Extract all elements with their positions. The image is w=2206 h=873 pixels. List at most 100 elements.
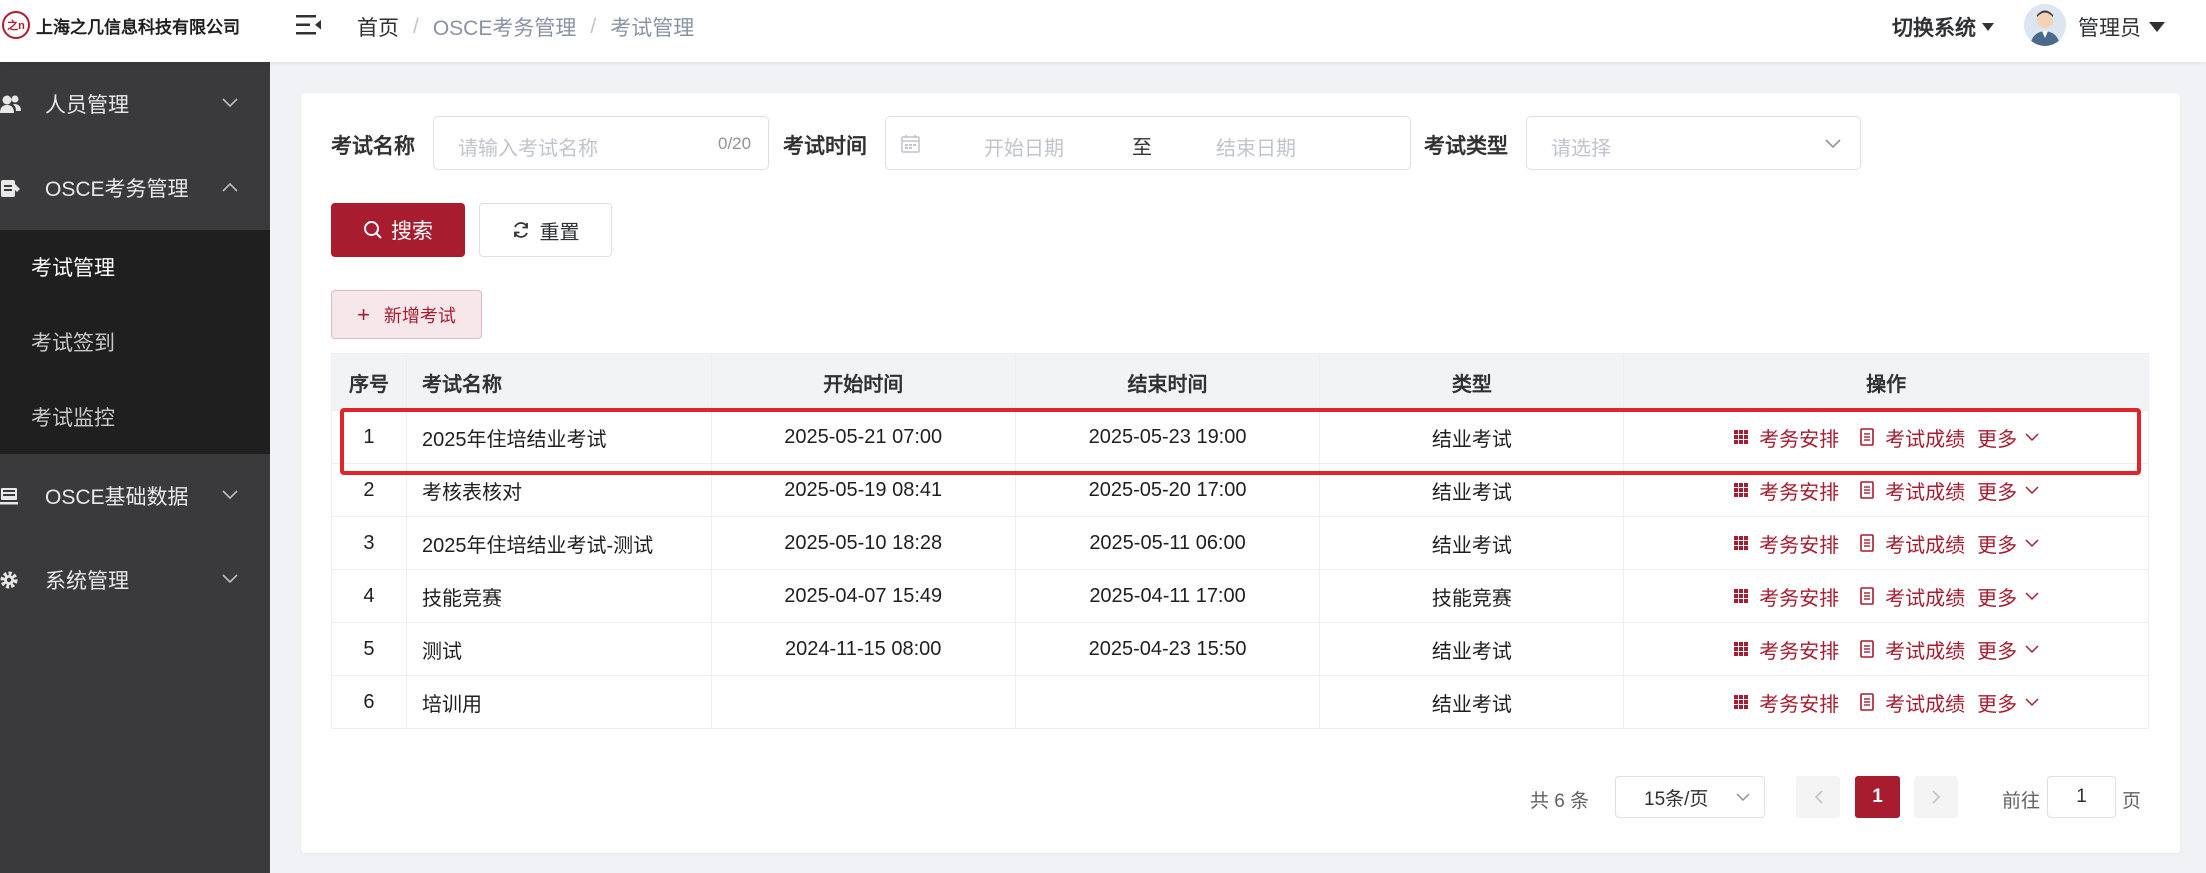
chevron-left-icon — [1814, 790, 1823, 804]
chevron-down-icon — [222, 490, 238, 500]
arrange-action[interactable]: 考务安排 — [1733, 635, 1839, 664]
menu-fold-icon[interactable] — [296, 14, 322, 36]
monitor-icon — [0, 488, 18, 505]
cell-end-time: 2025-05-20 17:00 — [1016, 464, 1321, 516]
table-row: 1 2025年住培结业考试 2025-05-21 07:00 2025-05-23 1… — [332, 411, 2149, 464]
switch-system-label: 切换系统 — [1892, 17, 1976, 40]
plus-icon: + — [357, 301, 370, 327]
calendar-icon — [901, 135, 920, 153]
more-dropdown[interactable]: 更多 — [1977, 423, 2039, 452]
prev-page-button[interactable] — [1796, 776, 1840, 818]
page-number-current[interactable]: 1 — [1855, 776, 1900, 818]
cell-start-time: 2025-05-19 08:41 — [712, 464, 1016, 516]
more-dropdown[interactable]: 更多 — [1977, 688, 2039, 717]
pagination-total: 共 6 条 — [1530, 791, 1590, 812]
arrange-action[interactable]: 考务安排 — [1733, 688, 1839, 717]
cell-end-time: 2025-04-23 15:50 — [1016, 623, 1321, 675]
exam-table: 序号 考试名称 开始时间 结束时间 类型 操作 1 2025年住培结业考试 2025… — [331, 353, 2149, 729]
exam-name-input[interactable]: 请输入考试名称 0/20 — [433, 116, 769, 170]
cell-no: 5 — [332, 623, 407, 675]
exam-type-select[interactable]: 请选择 — [1526, 116, 1861, 170]
chevron-down-icon — [222, 98, 238, 108]
reset-button[interactable]: 重置 — [479, 203, 612, 257]
arrange-action[interactable]: 考务安排 — [1733, 423, 1839, 452]
cell-exam-name: 测试 — [407, 623, 712, 675]
goto-page-input[interactable]: 1 — [2047, 776, 2116, 818]
document-icon — [1860, 693, 1874, 711]
page-size-select[interactable]: 15条/页 — [1615, 776, 1765, 818]
sidebar-subitem-exam-checkin[interactable]: 考试签到 — [0, 305, 270, 379]
score-action[interactable]: 考试成绩 — [1859, 529, 1965, 558]
breadcrumb: 首页 / OSCE考务管理 / 考试管理 — [357, 12, 694, 42]
cell-no: 6 — [332, 676, 407, 728]
cell-type: 技能竞赛 — [1320, 570, 1625, 622]
arrange-action-label: 考务安排 — [1759, 693, 1840, 716]
column-header-name: 考试名称 — [407, 354, 712, 410]
sidebar-item-system[interactable]: 系统管理 — [0, 538, 270, 622]
cell-exam-name: 2025年住培结业考试-测试 — [407, 517, 712, 569]
score-action[interactable]: 考试成绩 — [1859, 635, 1965, 664]
chevron-down-icon — [2025, 432, 2039, 441]
score-action[interactable]: 考试成绩 — [1859, 476, 1965, 505]
table-row: 4 技能竞赛 2025-04-07 15:49 2025-04-11 17:00 技能竞… — [332, 570, 2149, 623]
chevron-down-icon — [2025, 644, 2039, 653]
score-action[interactable]: 考试成绩 — [1859, 582, 1965, 611]
sidebar-subitem-exam-monitor[interactable]: 考试监控 — [0, 380, 270, 454]
breadcrumb-separator: / — [413, 15, 419, 38]
sidebar-item-label: OSCE基础数据 — [45, 486, 189, 509]
more-dropdown[interactable]: 更多 — [1977, 635, 2039, 664]
next-page-button[interactable] — [1914, 776, 1958, 818]
cell-actions: 考务安排 考试成绩 更多 — [1624, 411, 2149, 463]
breadcrumb-osce[interactable]: OSCE考务管理 — [433, 12, 577, 42]
cell-start-time: 2025-05-21 07:00 — [712, 411, 1016, 463]
arrange-action[interactable]: 考务安排 — [1733, 529, 1839, 558]
switch-system-dropdown[interactable]: 切换系统 — [1892, 12, 1994, 42]
score-action[interactable]: 考试成绩 — [1859, 688, 1965, 717]
document-icon — [1860, 428, 1874, 446]
arrange-action[interactable]: 考务安排 — [1733, 582, 1839, 611]
user-menu[interactable]: 管理员 — [2078, 12, 2165, 42]
score-action-label: 考试成绩 — [1885, 428, 1966, 451]
user-avatar-icon — [2024, 4, 2066, 46]
reset-button-label: 重置 — [539, 221, 580, 244]
arrange-action[interactable]: 考务安排 — [1733, 476, 1839, 505]
main-card: 考试名称 请输入考试名称 0/20 考试时间 开始日期 至 结束日期 考试类型 … — [301, 93, 2180, 853]
more-label: 更多 — [1977, 587, 2018, 610]
cell-end-time: 2025-05-11 06:00 — [1016, 517, 1321, 569]
document-icon — [1860, 481, 1874, 499]
sidebar-item-personnel[interactable]: 人员管理 — [0, 62, 270, 146]
add-exam-button[interactable]: + 新增考试 — [331, 290, 482, 339]
more-dropdown[interactable]: 更多 — [1977, 582, 2039, 611]
sidebar-subitem-exam-management[interactable]: 考试管理 — [0, 230, 270, 304]
more-dropdown[interactable]: 更多 — [1977, 476, 2039, 505]
more-dropdown[interactable]: 更多 — [1977, 529, 2039, 558]
breadcrumb-home[interactable]: 首页 — [357, 12, 399, 42]
cell-exam-name: 2025年住培结业考试 — [407, 411, 712, 463]
cell-actions: 考务安排 考试成绩 更多 — [1624, 464, 2149, 516]
grid-icon — [1734, 695, 1749, 709]
avatar[interactable] — [2024, 4, 2066, 46]
table-row: 3 2025年住培结业考试-测试 2025-05-10 18:28 2025-05-1… — [332, 517, 2149, 570]
cell-type: 结业考试 — [1320, 623, 1625, 675]
caret-down-icon — [2149, 22, 2165, 32]
chevron-down-icon — [2025, 591, 2039, 600]
sidebar-item-label: 系统管理 — [45, 570, 129, 593]
page-unit-label: 页 — [2122, 791, 2142, 812]
cell-no: 4 — [332, 570, 407, 622]
logo-mark-icon: 之n — [2, 11, 30, 39]
document-icon — [1860, 640, 1874, 658]
company-logo[interactable]: 之n 上海之几信息科技有限公司 — [0, 10, 240, 40]
table-row: 6 培训用 结业考试 考务安排 考试成绩 更多 — [332, 676, 2149, 729]
exam-date-range-picker[interactable]: 开始日期 至 结束日期 — [885, 116, 1411, 170]
cell-exam-name: 培训用 — [407, 676, 712, 728]
sidebar-item-osce-exam[interactable]: OSCE考务管理 — [0, 146, 270, 230]
search-button-label: 搜索 — [391, 220, 433, 243]
submenu-osce-exam: 考试管理 考试签到 考试监控 — [0, 230, 270, 454]
exam-time-label: 考试时间 — [783, 135, 867, 158]
sidebar-item-osce-basic-data[interactable]: OSCE基础数据 — [0, 454, 270, 538]
row-actions: 考务安排 考试成绩 更多 — [1733, 423, 2039, 452]
table-header-row: 序号 考试名称 开始时间 结束时间 类型 操作 — [332, 354, 2149, 411]
cell-type: 结业考试 — [1320, 517, 1625, 569]
search-button[interactable]: 搜索 — [331, 203, 465, 257]
score-action[interactable]: 考试成绩 — [1859, 423, 1965, 452]
